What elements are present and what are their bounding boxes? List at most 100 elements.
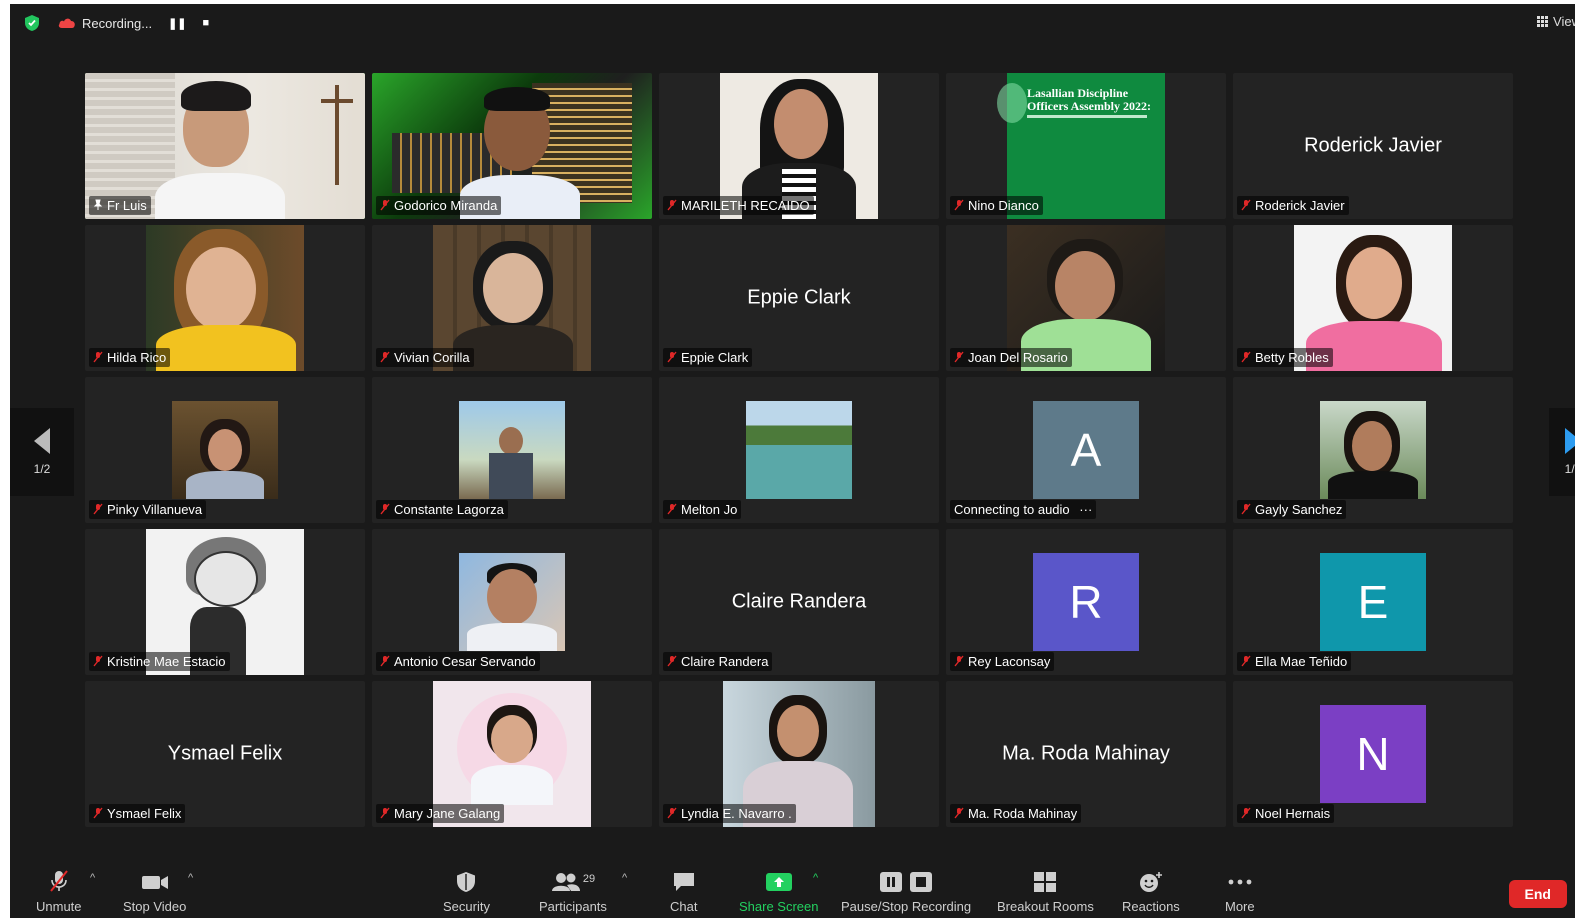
- participant-name-tag: Connecting to audio ···: [950, 500, 1097, 519]
- participant-tile[interactable]: Gayly Sanchez: [1233, 377, 1513, 523]
- participant-photo: [746, 401, 852, 499]
- participant-tile[interactable]: Betty Robles: [1233, 225, 1513, 371]
- participant-name-tag: Constante Lagorza: [376, 500, 508, 519]
- participant-tile[interactable]: Ysmael Felix Ysmael Felix: [85, 681, 365, 827]
- participant-avatar: E: [1320, 553, 1426, 651]
- participant-name-tag: Rey Laconsay: [950, 652, 1055, 671]
- participants-icon: [551, 873, 580, 891]
- participant-name-tag: Joan Del Rosario: [950, 348, 1072, 367]
- participant-name-tag: Gayly Sanchez: [1237, 500, 1347, 519]
- chat-button[interactable]: Chat: [670, 871, 697, 914]
- chat-bubble-icon: [673, 873, 694, 891]
- muted-mic-icon: [380, 351, 390, 363]
- muted-mic-icon: [1241, 351, 1251, 363]
- pause-recording-icon[interactable]: ❚❚: [168, 17, 186, 30]
- reactions-button[interactable]: Reactions: [1122, 871, 1180, 914]
- participant-name-tag: Kristine Mae Estacio: [89, 652, 230, 671]
- participant-name: Betty Robles: [1255, 350, 1329, 365]
- participant-name: Rey Laconsay: [968, 654, 1051, 669]
- participant-photo: [459, 401, 565, 499]
- participant-tile[interactable]: Fr Luis: [85, 73, 365, 219]
- participant-tile[interactable]: E Ella Mae Teñido: [1233, 529, 1513, 675]
- reactions-smiley-icon: [1139, 872, 1162, 892]
- participant-tile[interactable]: A Connecting to audio ···: [946, 377, 1226, 523]
- muted-mic-icon: [93, 503, 103, 515]
- participant-name: Nino Dianco: [968, 198, 1039, 213]
- participant-display-name: Ma. Roda Mahinay: [1002, 742, 1170, 765]
- participant-tile[interactable]: Claire Randera Claire Randera: [659, 529, 939, 675]
- participant-tile[interactable]: Joan Del Rosario: [946, 225, 1226, 371]
- share-screen-button[interactable]: Share Screen: [739, 871, 819, 914]
- slide-title: Lasallian Discipline Officers Assembly 2…: [1027, 86, 1151, 113]
- participant-name-tag: Antonio Cesar Servando: [376, 652, 540, 671]
- participant-tile[interactable]: Mary Jane Galang: [372, 681, 652, 827]
- participant-tile[interactable]: Pinky Villanueva: [85, 377, 365, 523]
- participant-tile[interactable]: Roderick Javier Roderick Javier: [1233, 73, 1513, 219]
- more-button[interactable]: More: [1225, 871, 1255, 914]
- participant-avatar: R: [1033, 553, 1139, 651]
- participant-tile[interactable]: Melton Jo: [659, 377, 939, 523]
- participant-tile[interactable]: Vivian Corilla: [372, 225, 652, 371]
- participant-name: Lyndia E. Navarro .: [681, 806, 792, 821]
- breakout-rooms-button[interactable]: Breakout Rooms: [997, 871, 1094, 914]
- participant-name: Pinky Villanueva: [107, 502, 203, 517]
- participant-name-tag: Ysmael Felix: [89, 804, 186, 823]
- video-options-chevron-icon[interactable]: ^: [188, 872, 193, 884]
- share-options-chevron-icon[interactable]: ^: [813, 872, 818, 884]
- chat-label: Chat: [670, 899, 698, 914]
- participant-name-tag: Mary Jane Galang: [376, 804, 505, 823]
- muted-mic-icon: [1241, 807, 1251, 819]
- participant-tile[interactable]: MARILETH RECAIDO: [659, 73, 939, 219]
- muted-mic-icon: [667, 351, 677, 363]
- recording-label: Recording...: [82, 15, 153, 31]
- recording-indicator[interactable]: Recording... ❚❚ ■: [58, 13, 209, 33]
- participant-tile[interactable]: Constante Lagorza: [372, 377, 652, 523]
- participant-name-tag: Melton Jo: [663, 500, 742, 519]
- participant-display-name: Eppie Clark: [747, 286, 851, 309]
- participant-tile[interactable]: Lyndia E. Navarro .: [659, 681, 939, 827]
- participant-tile[interactable]: R Rey Laconsay: [946, 529, 1226, 675]
- security-button[interactable]: Security: [443, 871, 490, 914]
- connecting-dots-icon: ···: [1079, 502, 1093, 517]
- security-shield-icon: [25, 15, 39, 31]
- participant-tile[interactable]: N Noel Hernais: [1233, 681, 1513, 827]
- arrow-left-icon: [34, 428, 50, 454]
- muted-mic-icon: [667, 655, 677, 667]
- participant-name: Connecting to audio: [954, 502, 1070, 517]
- participant-tile[interactable]: Eppie Clark Eppie Clark: [659, 225, 939, 371]
- muted-mic-icon: [380, 199, 390, 211]
- participants-options-chevron-icon[interactable]: ^: [622, 872, 627, 884]
- participant-tile[interactable]: Ma. Roda Mahinay Ma. Roda Mahinay: [946, 681, 1226, 827]
- participant-tile[interactable]: Godorico Miranda: [372, 73, 652, 219]
- participant-name-tag: Hilda Rico: [89, 348, 171, 367]
- participant-name: Constante Lagorza: [394, 502, 504, 517]
- participant-name-tag: Roderick Javier: [1237, 196, 1349, 215]
- participant-tile[interactable]: Lasallian Discipline Officers Assembly 2…: [946, 73, 1226, 219]
- participants-button[interactable]: 29 Participants: [539, 871, 607, 914]
- stop-recording-icon[interactable]: ■: [203, 17, 210, 29]
- audio-options-chevron-icon[interactable]: ^: [90, 872, 95, 884]
- unmute-button[interactable]: Unmute: [36, 869, 82, 914]
- participant-name-tag: MARILETH RECAIDO: [663, 196, 814, 215]
- participant-name: Hilda Rico: [107, 350, 167, 365]
- next-page-button[interactable]: 1/2: [1549, 408, 1575, 496]
- participant-name: Kristine Mae Estacio: [107, 654, 226, 669]
- participants-label: Participants: [539, 899, 607, 914]
- participant-tile[interactable]: Antonio Cesar Servando: [372, 529, 652, 675]
- participant-name-tag: Pinky Villanueva: [89, 500, 207, 519]
- participant-name: Ma. Roda Mahinay: [968, 806, 1078, 821]
- page-indicator-left: 1/2: [33, 462, 51, 476]
- view-button[interactable]: View: [1537, 14, 1575, 29]
- more-label: More: [1225, 899, 1255, 914]
- participant-tile[interactable]: Kristine Mae Estacio: [85, 529, 365, 675]
- participant-name: Gayly Sanchez: [1255, 502, 1343, 517]
- participant-tile[interactable]: Hilda Rico: [85, 225, 365, 371]
- stop-video-button[interactable]: Stop Video: [123, 871, 186, 914]
- end-meeting-button[interactable]: End: [1508, 880, 1567, 908]
- participant-name: Claire Randera: [681, 654, 769, 669]
- pause-stop-recording-button[interactable]: Pause/Stop Recording: [841, 871, 971, 914]
- participant-name: Godorico Miranda: [394, 198, 498, 213]
- participant-name-tag: Lyndia E. Navarro .: [663, 804, 796, 823]
- muted-mic-icon: [954, 655, 964, 667]
- previous-page-button[interactable]: 1/2: [10, 408, 74, 496]
